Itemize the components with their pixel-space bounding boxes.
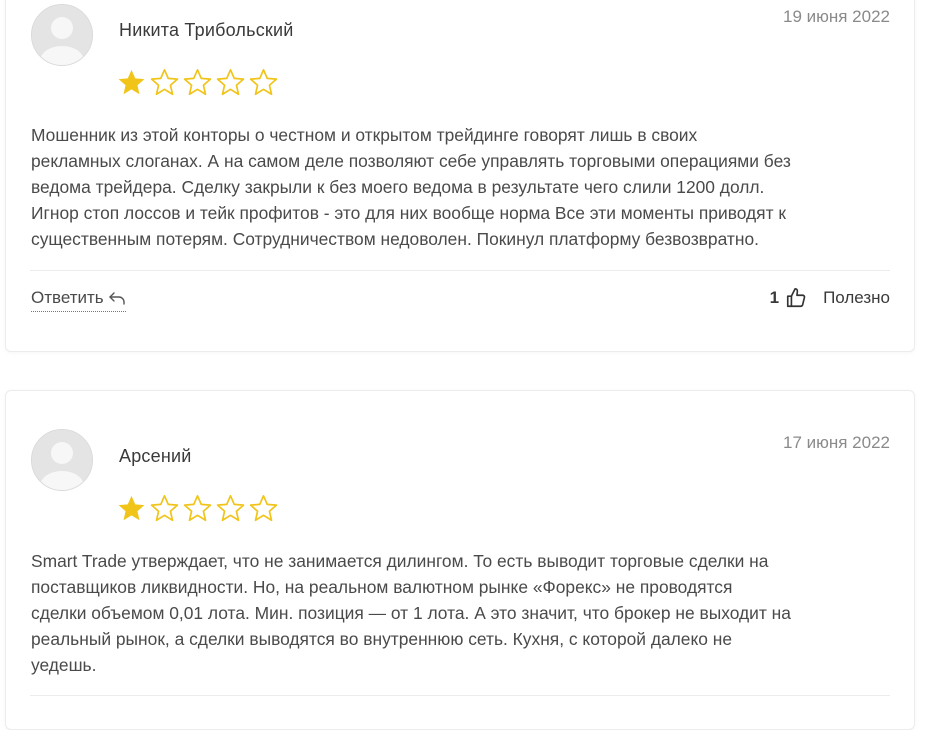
review-date: 17 июня 2022 <box>782 433 890 452</box>
review-card: Арсений 17 июня 2022 Smart Trade утвержд… <box>5 390 915 730</box>
star-outline-icon <box>183 69 212 96</box>
review-date: 19 июня 2022 <box>782 7 890 26</box>
star-outline-icon <box>216 495 245 522</box>
user-avatar-icon <box>32 430 92 490</box>
divider <box>30 695 890 696</box>
user-avatar-icon <box>32 5 92 65</box>
rating-stars <box>116 493 279 524</box>
star-filled-icon <box>118 69 145 95</box>
star-outline-icon <box>249 495 278 522</box>
avatar <box>31 4 93 66</box>
reply-button[interactable]: Ответить <box>31 288 126 312</box>
useful-vote: 1 Полезно <box>770 287 890 309</box>
review-author: Арсений <box>119 446 192 466</box>
star-filled-icon <box>118 495 145 521</box>
thumbs-up-icon[interactable] <box>785 287 807 309</box>
review-text: Smart Trade утверждает, что не занимаетс… <box>31 551 791 675</box>
reply-label: Ответить <box>31 288 104 307</box>
star-outline-icon <box>183 495 212 522</box>
useful-count: 1 <box>769 288 780 307</box>
reply-arrow-icon <box>108 292 125 305</box>
review-card: Никита Трибольский 19 июня 2022 Мошенник… <box>5 0 915 352</box>
star-outline-icon <box>249 69 278 96</box>
divider <box>30 270 890 271</box>
avatar <box>31 429 93 491</box>
review-text: Мошенник из этой конторы о честном и отк… <box>31 125 791 249</box>
rating-stars <box>116 67 279 98</box>
star-outline-icon <box>150 495 179 522</box>
star-outline-icon <box>150 69 179 96</box>
review-author: Никита Трибольский <box>119 20 294 40</box>
useful-label: Полезно <box>823 288 890 307</box>
star-outline-icon <box>216 69 245 96</box>
